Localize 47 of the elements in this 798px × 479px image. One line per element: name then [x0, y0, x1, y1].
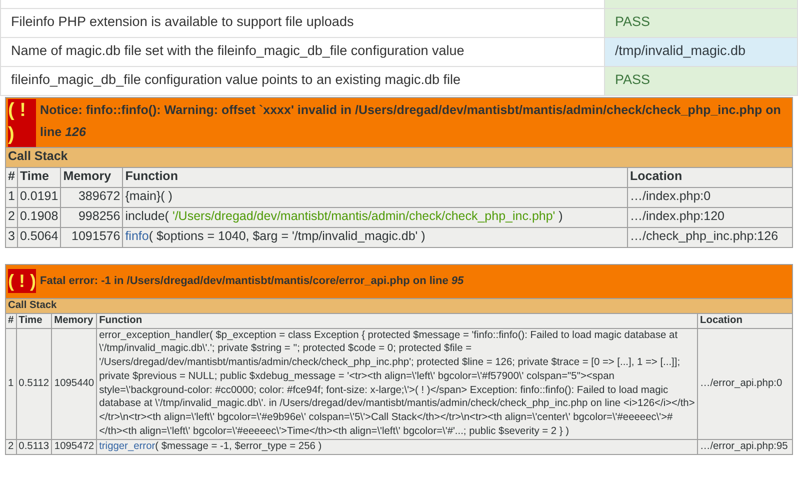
table-cell: 0.5064	[17, 227, 61, 247]
table-cell: 2	[6, 207, 18, 227]
function-cell: error_exception_handler( $p_exception = class Exception { protected $message = 'finfo::finfo(): Failed to load magic database at \'/tmp/invalid_magic.db\'.'; private $string = ''; protected $code = 0; protected $file = '/Users/dregad/dev/mantisbt/mantis/admin/check/check_php_inc.php'; protected $line = 126; private $trace = [0 => [...], 1 => [...]]; private $previous = NULL; public $xdebug_message = '<tr><th align=\'left\' bgcolor=\'#f57900\' colspan="5"><span style=\'background-color: #cc0000; color: #fce94f; font-size: x-large;\'>( ! )</span> Exception: finfo::finfo(): Failed to load magic database at \'/tmp/invalid_magic.db\'. in /Users/dregad/dev/mantisbt/mantis/admin/check/check_php_inc.php on line <i>126</i></th></tr>\n<tr><th align=\'left\' bgcolor=\'#e9b96e\' colspan=\'5\'>Call Stack</th></tr>\n<tr><th align=\'center\' bgcolor=\'#eeeeec\'>#</th><th align=\'left\' bgcolor=\'#eeeeec\'>Time</th><th align=\'left\' bgcolor=\'#'...; public $severity = 2 } )	[96, 328, 698, 440]
call-stack-title: Call Stack	[6, 298, 792, 313]
table-cell: 1095440	[52, 328, 97, 440]
table-cell: 1	[6, 328, 16, 440]
check-result: /tmp/invalid_magic.db	[604, 37, 798, 66]
column-header: Location	[628, 167, 792, 187]
check-result: PASS	[604, 66, 798, 95]
table-cell: 0.5112	[16, 328, 52, 440]
column-header: Time	[16, 313, 52, 328]
call-stack-title: Call Stack	[6, 147, 792, 167]
table-cell: 0.5113	[16, 439, 52, 454]
table-cell: …/check_php_inc.php:126	[628, 227, 792, 247]
column-header: Memory	[52, 313, 97, 328]
column-header: #	[6, 313, 16, 328]
function-cell: include( '/Users/dregad/dev/mantisbt/mantis/admin/check/check_php_inc.php' )	[122, 207, 628, 227]
table-cell: 389672	[60, 187, 123, 207]
column-header: #	[6, 167, 18, 187]
function-cell: {main}( )	[122, 187, 628, 207]
table-cell: 998256	[60, 207, 123, 227]
error-message: Notice: finfo::finfo(): Warning: offset `xxxx' invalid in /Users/dregad/dev/mantisbt/mantis/admin/check/check_php_inc.php on line 126	[40, 102, 782, 140]
column-header: Function	[122, 167, 628, 187]
table-cell: 1091576	[60, 227, 123, 247]
check-result: PASS	[604, 8, 798, 37]
check-description: Name of magic.db file set with the fileinfo_magic_db_file configuration value	[0, 37, 604, 66]
table-cell: 1095472	[52, 439, 97, 454]
check-description: fileinfo_magic_db_file configuration value points to an existing magic.db file	[0, 66, 604, 95]
error-message: Fatal error: -1 in /Users/dregad/dev/mantisbt/mantis/core/error_api.php on line 95	[40, 274, 464, 288]
table-cell: …/index.php:0	[628, 187, 792, 207]
table-cell: …/index.php:120	[628, 207, 792, 227]
check-description: Fileinfo PHP extension is available to support file uploads	[0, 8, 604, 37]
function-cell: trigger_error( $message = -1, $error_type = 256 )	[96, 439, 698, 454]
alert-marker: ( ! )	[8, 269, 36, 293]
table-cell: 0.1908	[17, 207, 61, 227]
table-cell: …/error_api.php:0	[698, 328, 792, 440]
function-cell: finfo( $options = 1040, $arg = '/tmp/invalid_magic.db' )	[122, 227, 628, 247]
table-cell: …/error_api.php:95	[698, 439, 792, 454]
table-cell: 0.0191	[17, 187, 61, 207]
table-cell: 3	[6, 227, 18, 247]
column-header: Function	[96, 313, 698, 328]
table-cell: 1	[6, 187, 18, 207]
column-header: Location	[698, 313, 792, 328]
column-header: Time	[17, 167, 61, 187]
column-header: Memory	[60, 167, 123, 187]
alert-marker: ( ! )	[8, 98, 36, 146]
table-cell: 2	[6, 439, 16, 454]
